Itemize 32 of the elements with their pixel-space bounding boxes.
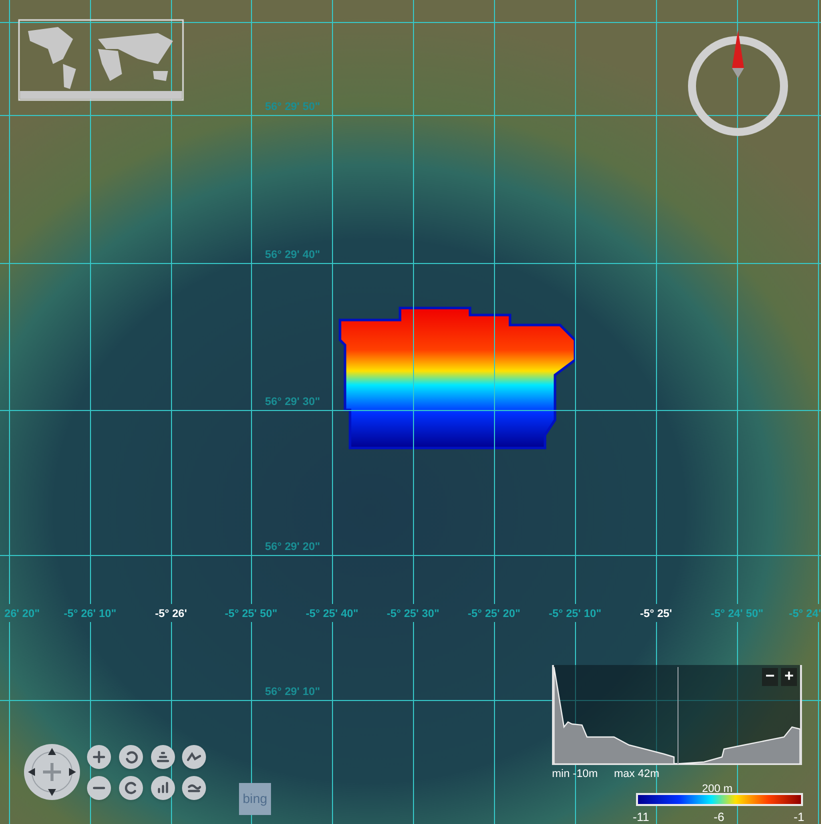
- profile-zoom-out-button[interactable]: −: [762, 668, 778, 686]
- scale-distance-label: 200 m: [702, 782, 733, 797]
- longitude-label: -5° 25': [640, 607, 672, 622]
- latitude-label: 56° 29' 40": [265, 249, 320, 261]
- color-scale-tick: -6: [714, 809, 724, 824]
- color-scale-tick: -1: [794, 809, 804, 824]
- layers-icon: [156, 750, 170, 764]
- rotate-left-icon: [124, 750, 138, 764]
- color-scale-tick: -11: [632, 809, 650, 824]
- bar-chart-icon: [156, 781, 170, 795]
- longitude-label: -5° 26': [154, 607, 188, 622]
- longitude-label: -5° 24' 50": [710, 607, 764, 622]
- bing-logo: bing: [239, 783, 271, 815]
- zoom-in-icon: [92, 750, 106, 764]
- rotate-right-icon: [124, 781, 138, 795]
- latitude-label: 56° 29' 30": [265, 396, 320, 408]
- profile-zoom-in-button[interactable]: +: [781, 668, 797, 686]
- latitude-label: 56° 29' 10": [265, 686, 320, 698]
- longitude-label: -5° 25' 10": [548, 607, 602, 622]
- longitude-label: 26' 20": [4, 607, 40, 622]
- max-depth-label: max 42m: [614, 767, 660, 782]
- latitude-label: 56° 29' 50": [265, 101, 320, 113]
- longitude-label: -5° 26' 10": [64, 607, 116, 622]
- latitude-label: 56° 29' 20": [265, 541, 320, 553]
- longitude-label: -5° 25' 30": [386, 607, 440, 622]
- longitude-label: -5° 25' 50": [224, 607, 278, 622]
- longitude-label: -5° 24': [788, 607, 821, 622]
- min-depth-label: min -10m: [552, 767, 598, 782]
- navigation-pad-icon[interactable]: [23, 743, 81, 801]
- wave-icon: [187, 750, 201, 764]
- longitude-label: -5° 25' 40": [306, 607, 358, 622]
- longitude-label: -5° 25' 20": [468, 607, 520, 622]
